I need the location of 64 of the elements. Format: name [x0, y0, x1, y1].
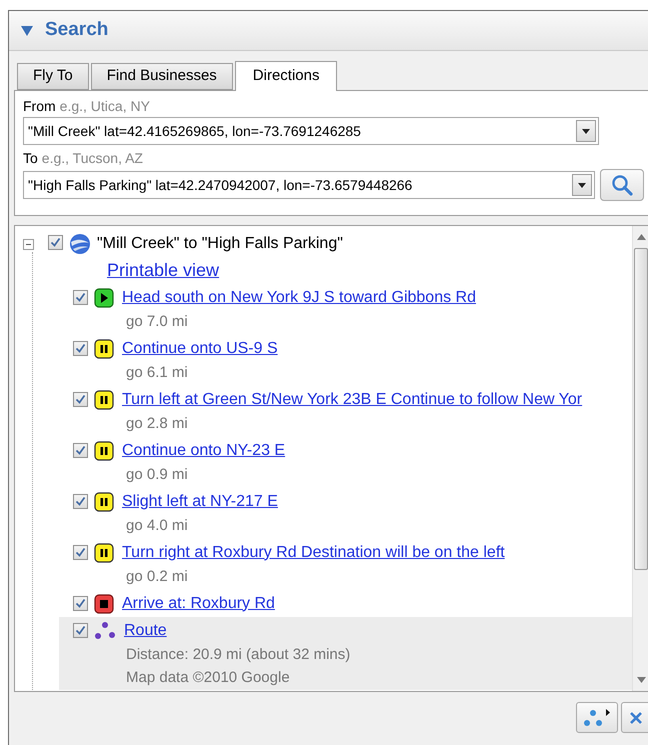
globe-icon	[69, 233, 91, 255]
tab[interactable]: Find Businesses	[90, 63, 233, 90]
dropdown-button[interactable]	[576, 120, 596, 142]
checkbox[interactable]	[73, 596, 88, 611]
distance-text: go 0.9 mi	[125, 465, 189, 485]
checkbox[interactable]	[73, 494, 88, 509]
caret-icon	[578, 182, 586, 188]
route-options-button[interactable]	[576, 702, 618, 733]
field-hint: e.g., Tucson, AZ	[42, 149, 143, 167]
pause-icon	[94, 542, 114, 562]
direction-link[interactable]: Route	[124, 618, 167, 642]
route-info: Distance: 20.9 mi (about 32 mins)	[125, 645, 352, 665]
direction-link[interactable]: Head south on New York 9J S toward Gibbons Rd	[122, 286, 476, 310]
caret-icon	[582, 128, 590, 134]
tab[interactable]: Fly To	[17, 63, 89, 90]
field-label: From	[23, 97, 56, 115]
pause-icon	[94, 492, 114, 512]
direction-link[interactable]: Turn right at Roxbury Rd Destination will be on the left	[122, 540, 505, 564]
location-combobox[interactable]: "High Falls Parking" lat=42.2470942007, lon=-73.6579448266	[23, 171, 596, 199]
checkbox[interactable]	[73, 545, 88, 560]
scroll-up-icon[interactable]	[636, 234, 646, 240]
direction-link[interactable]: Slight left at NY-217 E	[122, 490, 278, 514]
printable-view-link[interactable]: Printable view	[107, 256, 220, 284]
direction-link[interactable]: Arrive at: Roxbury Rd	[122, 592, 275, 616]
direction-link[interactable]: Continue onto NY-23 E	[122, 438, 286, 462]
route-icon	[94, 620, 116, 640]
direction-link[interactable]: Continue onto US-9 S	[122, 336, 278, 360]
pause-icon	[94, 390, 114, 410]
route-row[interactable]: Route Distance: 20.9 mi (about 32 mins) Map data ©2010 Google	[59, 617, 632, 690]
play-icon	[94, 288, 114, 308]
panel-title: Search	[45, 18, 108, 42]
search-icon	[611, 174, 634, 196]
checkbox[interactable]	[73, 341, 88, 356]
route-info: Map data ©2010 Google	[125, 668, 291, 688]
collapse-toggle[interactable]	[23, 238, 34, 250]
route-icon	[582, 706, 612, 728]
close-icon	[630, 712, 642, 724]
checkbox[interactable]	[73, 290, 88, 305]
field-label: To	[23, 149, 38, 167]
distance-text: go 4.0 mi	[125, 516, 189, 536]
scroll-thumb[interactable]	[634, 248, 648, 570]
scroll-down-icon[interactable]	[636, 677, 646, 683]
checkbox[interactable]	[73, 443, 88, 458]
scrollbar[interactable]	[632, 226, 648, 691]
route-title: "Mill Creek" to "High Falls Parking"	[97, 234, 343, 254]
tab[interactable]: Directions	[234, 61, 338, 91]
pause-icon	[94, 440, 114, 460]
distance-text: go 2.8 mi	[125, 414, 189, 434]
search-button[interactable]	[600, 169, 644, 201]
dropdown-button[interactable]	[572, 174, 592, 196]
field-hint: e.g., Utica, NY	[60, 97, 150, 115]
checkbox[interactable]	[48, 235, 63, 250]
direction-link[interactable]: Turn left at Green St/New York 23B E Continue to follow New Yor	[122, 388, 582, 412]
distance-text: go 6.1 mi	[125, 363, 189, 383]
checkbox[interactable]	[73, 392, 88, 407]
checkbox[interactable]	[73, 623, 88, 638]
distance-text: go 0.2 mi	[125, 567, 189, 587]
pause-icon	[94, 338, 114, 358]
stop-icon	[94, 594, 114, 614]
distance-text: go 7.0 mi	[125, 312, 189, 332]
close-button[interactable]	[621, 702, 648, 733]
location-combobox[interactable]: "Mill Creek" lat=42.4165269865, lon=-73.7691246285	[23, 117, 599, 145]
panel-header[interactable]: Search	[9, 11, 648, 51]
collapse-icon[interactable]	[21, 26, 33, 36]
